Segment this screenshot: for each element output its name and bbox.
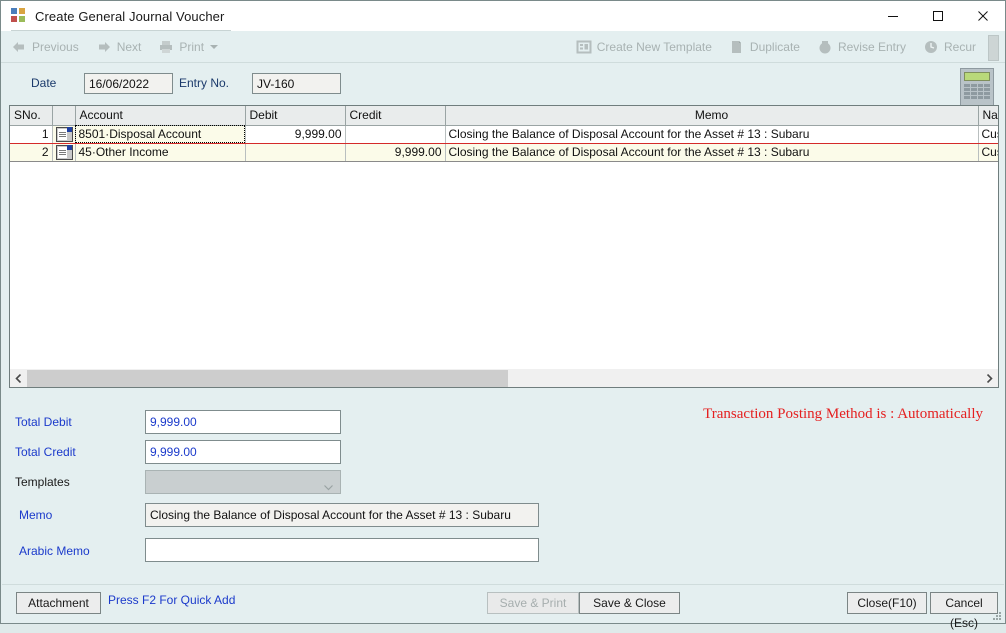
total-credit-input[interactable]	[145, 440, 341, 464]
window-controls	[870, 1, 1005, 31]
cell-memo[interactable]: Closing the Balance of Disposal Account …	[445, 143, 979, 162]
next-label: Next	[116, 39, 142, 54]
date-label: Date	[31, 76, 57, 90]
revise-entry-label: Revise Entry	[837, 39, 906, 54]
previous-button[interactable]: Previous	[4, 33, 86, 61]
entry-no-label: Entry No.	[179, 76, 230, 90]
duplicate-label: Duplicate	[749, 39, 800, 54]
cell-memo[interactable]: Closing the Balance of Disposal Account …	[445, 125, 979, 144]
cell-debit[interactable]	[245, 143, 346, 162]
totals-form: Total Debit Total Credit Templates Memo …	[1, 396, 1006, 581]
arabic-memo-label: Arabic Memo	[19, 544, 90, 558]
quick-add-hint: Press F2 For Quick Add	[108, 593, 236, 607]
revise-icon	[817, 39, 833, 55]
memo-label: Memo	[19, 508, 53, 522]
close-button-f10[interactable]: Close(F10)	[847, 592, 927, 614]
title-bar: Create General Journal Voucher	[1, 1, 1005, 31]
journal-lines-grid[interactable]: SNo. Account Debit Credit Memo Name 1 85…	[9, 105, 999, 388]
journal-lines-table: SNo. Account Debit Credit Memo Name 1 85…	[10, 106, 998, 162]
chevron-down-icon	[324, 480, 333, 491]
posting-method-note: Transaction Posting Method is : Automati…	[703, 406, 983, 422]
window-title: Create General Journal Voucher	[35, 8, 225, 24]
entry-no-input[interactable]	[252, 73, 341, 94]
recur-label: Recur	[943, 39, 976, 54]
cell-name[interactable]: Customer 01	[978, 143, 998, 162]
total-debit-label: Total Debit	[15, 415, 72, 429]
copy-icon	[729, 39, 745, 55]
templates-dropdown[interactable]	[145, 470, 341, 494]
minimize-button[interactable]	[870, 1, 915, 31]
cell-account[interactable]: 45·Other Income	[75, 143, 246, 162]
create-new-template-button[interactable]: Create New Template	[569, 33, 719, 61]
date-input[interactable]	[84, 73, 173, 94]
close-button[interactable]	[960, 1, 1005, 31]
recur-button[interactable]: Recur	[916, 33, 983, 61]
app-window-icon	[11, 8, 27, 24]
resize-grip-icon[interactable]	[991, 610, 1001, 620]
scrollbar-track[interactable]	[27, 369, 981, 387]
cell-account[interactable]: 8501·Disposal Account	[75, 125, 246, 144]
chevron-down-icon[interactable]	[210, 44, 219, 49]
column-header-sno[interactable]: SNo.	[10, 106, 53, 126]
column-header-credit[interactable]: Credit	[345, 106, 446, 126]
account-lookup-icon[interactable]	[52, 125, 76, 144]
duplicate-button[interactable]: Duplicate	[722, 33, 807, 61]
save-print-button[interactable]: Save & Print	[487, 592, 579, 614]
printer-icon	[158, 39, 174, 55]
column-header-memo[interactable]: Memo	[445, 106, 979, 126]
column-header-name[interactable]: Name	[978, 106, 998, 126]
toolbar: Previous Next Print Create New Template …	[1, 31, 1005, 63]
templates-label: Templates	[15, 475, 70, 489]
toolbar-overflow-scrollbar[interactable]	[988, 35, 999, 61]
account-lookup-icon[interactable]	[52, 143, 76, 162]
template-icon	[576, 39, 592, 55]
scrollbar-thumb[interactable]	[27, 369, 508, 387]
cell-sno: 2	[10, 143, 53, 162]
total-credit-label: Total Credit	[15, 445, 76, 459]
table-row[interactable]: 1 8501·Disposal Account 9,999.00 Closing…	[10, 125, 998, 144]
chevron-right-icon[interactable]	[981, 370, 998, 387]
recur-icon	[923, 39, 939, 55]
grid-horizontal-scrollbar[interactable]	[9, 369, 999, 388]
next-button[interactable]: Next	[89, 33, 149, 61]
column-header-account[interactable]: Account	[75, 106, 246, 126]
create-general-journal-voucher-window: Create General Journal Voucher Previous	[0, 0, 1006, 630]
previous-label: Previous	[32, 39, 79, 54]
arabic-memo-input[interactable]	[145, 538, 539, 562]
maximize-button[interactable]	[915, 1, 960, 31]
calculator-icon[interactable]	[960, 68, 994, 106]
total-debit-input[interactable]	[145, 410, 341, 434]
chevron-left-icon[interactable]	[10, 370, 27, 387]
attachment-button[interactable]: Attachment	[16, 592, 101, 614]
footer-bar: Attachment Press F2 For Quick Add Save &…	[2, 584, 1004, 630]
cancel-button[interactable]: Cancel (Esc)	[930, 592, 998, 630]
print-label: Print	[179, 39, 205, 54]
table-row[interactable]: 2 45·Other Income 9,999.00 Closing the B…	[10, 143, 998, 162]
cell-credit[interactable]	[345, 125, 446, 144]
cell-name[interactable]: Customer 01	[978, 125, 998, 144]
arrow-left-icon	[11, 39, 27, 55]
table-header-row: SNo. Account Debit Credit Memo Name	[10, 106, 998, 126]
print-button[interactable]: Print	[151, 33, 227, 61]
cell-credit[interactable]: 9,999.00	[345, 143, 446, 162]
column-header-icon[interactable]	[52, 106, 76, 126]
memo-input[interactable]	[145, 503, 539, 527]
arrow-right-icon	[96, 39, 112, 55]
cell-debit[interactable]: 9,999.00	[245, 125, 346, 144]
revise-entry-button[interactable]: Revise Entry	[810, 33, 913, 61]
save-close-button[interactable]: Save & Close	[579, 592, 680, 614]
column-header-debit[interactable]: Debit	[245, 106, 346, 126]
cell-sno: 1	[10, 125, 53, 144]
toolbar-right-group: Create New Template Duplicate Revise Ent…	[569, 31, 983, 62]
create-new-template-label: Create New Template	[596, 39, 712, 54]
